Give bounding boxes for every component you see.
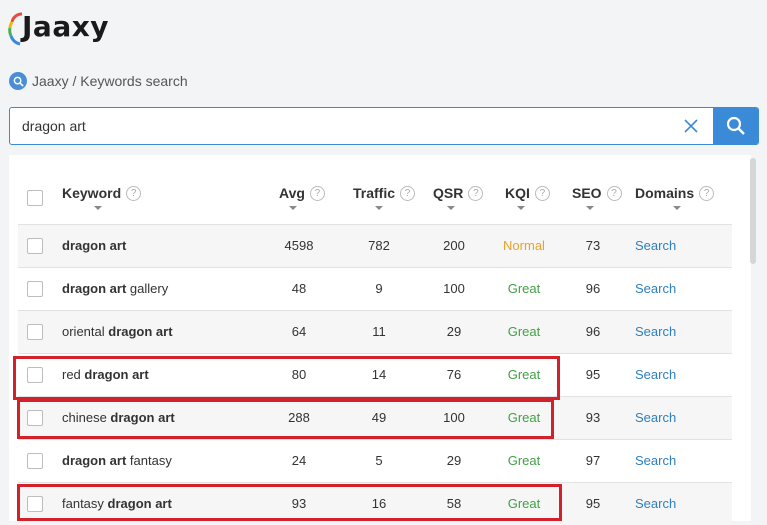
table-row: oriental dragon art 64 11 29 96 Great Search [18,310,732,353]
domains-search-link[interactable]: Search [635,238,676,253]
seo-cell: 93 [585,410,601,425]
help-icon[interactable]: ? [400,185,416,201]
avg-cell: 4598 [284,238,314,253]
qsr-cell: 58 [446,496,462,511]
help-icon[interactable]: ? [534,185,550,201]
table-header: Keyword? Avg? Traffic? QSR? KQI? SEO? Do… [18,164,732,224]
qsr-cell: 29 [446,453,462,468]
seo-cell: 73 [585,238,601,253]
traffic-cell: 782 [368,238,390,253]
scrollbar-thumb[interactable] [750,158,756,264]
search-icon [726,116,745,135]
traffic-cell: 11 [372,324,386,339]
avg-cell: 93 [291,496,307,511]
seo-cell: 96 [585,324,601,339]
help-icon[interactable]: ? [699,185,715,201]
kqi-cell: Normal [503,238,545,253]
logo-text: Jaaxy [22,10,110,43]
search-icon [9,72,27,90]
keyword-cell: fantasy dragon art [62,496,172,511]
avg-cell: 80 [291,367,307,382]
table-row: dragon art fantasy 24 5 29 97 Great Search [18,439,732,482]
avg-cell: 64 [291,324,307,339]
avg-cell: 288 [288,410,310,425]
domains-search-link[interactable]: Search [635,410,676,425]
select-all-checkbox[interactable] [27,190,43,206]
caret-down-icon[interactable] [447,206,455,210]
domains-search-link[interactable]: Search [635,281,676,296]
keyword-cell: chinese dragon art [62,410,175,425]
help-icon[interactable]: ? [468,185,484,201]
traffic-cell: 49 [371,410,387,425]
caret-down-icon[interactable] [289,206,297,210]
help-icon[interactable]: ? [126,185,142,201]
table-row: fantasy dragon art 93 16 58 95 Great Search [18,482,732,525]
qsr-cell: 29 [446,324,462,339]
row-checkbox[interactable] [27,453,43,469]
kqi-cell: Great [507,496,541,511]
table-row: red dragon art 80 14 76 95 Great Search [18,353,732,396]
caret-down-icon[interactable] [517,206,525,210]
seo-cell: 95 [585,496,601,511]
search-input[interactable] [10,108,710,144]
table-row: chinese dragon art 288 49 100 93 Great Search [18,396,732,439]
close-icon[interactable] [682,117,700,135]
table-row: dragon art 4598 782 200 73 Normal Search [18,224,732,267]
domains-search-link[interactable]: Search [635,453,676,468]
avg-cell: 24 [291,453,307,468]
caret-down-icon[interactable] [586,206,594,210]
keyword-cell: dragon art gallery [62,281,169,296]
qsr-cell: 200 [443,238,465,253]
avg-cell: 48 [291,281,307,296]
kqi-cell: Great [507,367,541,382]
caret-down-icon[interactable] [94,206,102,210]
keyword-cell: oriental dragon art [62,324,173,339]
search-button[interactable] [713,108,758,144]
traffic-cell: 5 [375,453,383,468]
kqi-cell: Great [507,453,541,468]
caret-down-icon[interactable] [673,206,681,210]
keyword-cell: dragon art fantasy [62,453,172,468]
breadcrumb-text: Jaaxy / Keywords search [32,73,188,89]
domains-search-link[interactable]: Search [635,367,676,382]
scrollbar[interactable] [750,158,756,518]
qsr-cell: 100 [443,281,465,296]
qsr-cell: 76 [446,367,462,382]
kqi-cell: Great [507,281,541,296]
help-icon[interactable]: ? [606,185,622,201]
traffic-cell: 16 [371,496,387,511]
help-icon[interactable]: ? [309,185,325,201]
kqi-cell: Great [507,324,541,339]
breadcrumb: Jaaxy / Keywords search [9,72,188,90]
row-checkbox[interactable] [27,410,43,426]
traffic-cell: 14 [371,367,387,382]
row-checkbox[interactable] [27,367,43,383]
logo: Jaaxy [8,6,110,50]
caret-down-icon[interactable] [375,206,383,210]
kqi-cell: Great [507,410,541,425]
row-checkbox[interactable] [27,324,43,340]
row-checkbox[interactable] [27,281,43,297]
row-checkbox[interactable] [27,496,43,512]
qsr-cell: 100 [443,410,465,425]
table-row: dragon art gallery 48 9 100 96 Great Search [18,267,732,310]
domains-search-link[interactable]: Search [635,496,676,511]
seo-cell: 95 [585,367,601,382]
traffic-cell: 9 [375,281,383,296]
seo-cell: 96 [585,281,601,296]
keyword-cell: red dragon art [62,367,149,382]
keyword-cell: dragon art [62,238,127,253]
domains-search-link[interactable]: Search [635,324,676,339]
search-bar [9,107,759,145]
row-checkbox[interactable] [27,238,43,254]
seo-cell: 97 [585,453,601,468]
